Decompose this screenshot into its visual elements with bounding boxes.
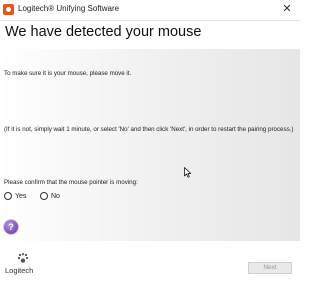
- next-button[interactable]: Next: [248, 262, 292, 274]
- unifying-software-window: Logitech® Unifying Software ✕ We have de…: [0, 0, 300, 283]
- radio-yes[interactable]: Yes: [4, 190, 26, 202]
- radio-no-circle[interactable]: [40, 192, 48, 200]
- mouse-cursor-icon: [184, 167, 192, 178]
- close-icon[interactable]: ✕: [280, 2, 294, 16]
- footer-bar: Logitech Next: [0, 241, 300, 283]
- content-panel: To make sure it is your mouse, please mo…: [0, 49, 300, 241]
- radio-no-label[interactable]: No: [51, 193, 60, 200]
- radio-yes-circle[interactable]: [4, 192, 12, 200]
- radio-yes-label[interactable]: Yes: [15, 193, 26, 200]
- confirm-prompt: Please confirm that the mouse pointer is…: [4, 179, 138, 186]
- page-header: We have detected your mouse: [0, 21, 300, 49]
- window-title: Logitech® Unifying Software: [18, 4, 120, 13]
- move-mouse-instruction: To make sure it is your mouse, please mo…: [4, 70, 132, 77]
- logitech-logo-icon: [17, 253, 29, 263]
- logitech-logo-text: Logitech: [5, 266, 34, 275]
- radio-no[interactable]: No: [40, 190, 60, 202]
- page-title: We have detected your mouse: [5, 24, 202, 40]
- title-bar: Logitech® Unifying Software ✕: [0, 0, 300, 21]
- logitech-app-icon: [3, 4, 14, 15]
- help-icon[interactable]: ?: [4, 220, 18, 234]
- restart-pairing-note: (If it is not, simply wait 1 minute, or …: [4, 126, 294, 133]
